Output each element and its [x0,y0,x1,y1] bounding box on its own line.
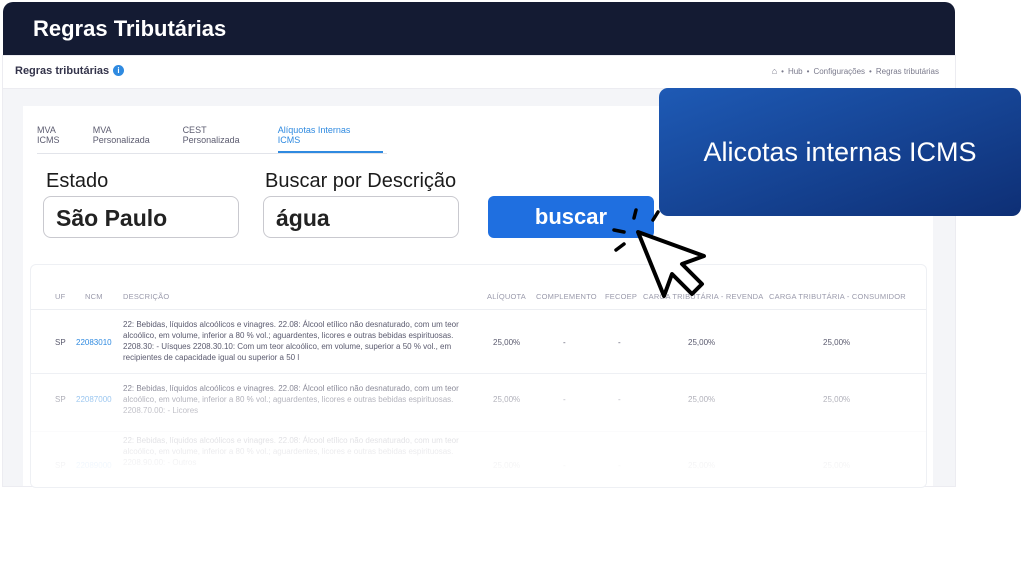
col-uf: UF [55,292,66,301]
col-ncm: NCM [85,292,103,301]
breadcrumb-item[interactable]: Hub [788,67,803,76]
breadcrumb-item[interactable]: Regras tributárias [876,67,939,76]
table-header: UF NCM DESCRIÇÃO ALÍQUOTA COMPLEMENTO FE… [31,287,926,310]
cell-carga-consumidor: 25,00% [823,338,851,347]
cursor-click-icon [612,208,706,298]
col-complemento: COMPLEMENTO [536,292,597,301]
cell-complemento: - [563,338,566,347]
descricao-search-input[interactable]: água [263,196,459,238]
cell-aliquota: 25,00% [493,461,521,470]
cell-carga-revenda: 25,00% [688,395,716,404]
descricao-label: Buscar por Descrição [265,170,457,192]
tab-mva-personalizada[interactable]: MVA Personalizada [93,121,179,153]
col-descricao: DESCRIÇÃO [123,292,170,301]
tab-aliquotas-internas-icms[interactable]: Alíquotas Internas ICMS [277,121,383,153]
highlight-banner: Alicotas internas ICMS [659,88,1021,216]
breadcrumb: ⌂ • Hub • Configurações • Regras tributá… [771,66,939,76]
cell-aliquota: 25,00% [493,338,521,347]
cell-fecoep: - [618,461,621,470]
page-subheader: Regras tributárias i ⌂ • Hub • Configura… [3,56,955,89]
tab-mva-icms[interactable]: MVA ICMS [37,121,89,153]
cell-uf: SP [55,461,66,470]
page-title: Regras tributárias [15,65,110,77]
cell-complemento: - [563,461,566,470]
table-row[interactable]: SP 22087000 22: Bebidas, líquidos alcoól… [31,375,926,432]
cell-carga-revenda: 25,00% [688,338,716,347]
info-icon[interactable]: i [113,65,124,76]
cell-ncm-link[interactable]: 22087000 [76,395,112,404]
table-row[interactable]: SP 22089000 22: Bebidas, líquidos alcoól… [31,433,926,487]
top-title: Regras Tributárias [33,16,227,41]
cell-fecoep: - [618,395,621,404]
cell-complemento: - [563,395,566,404]
cell-aliquota: 25,00% [493,395,521,404]
estado-label: Estado [46,170,109,192]
table-row[interactable]: SP 22083010 22: Bebidas, líquidos alcoól… [31,311,926,374]
cell-uf: SP [55,395,66,404]
cell-descricao: 22: Bebidas, líquidos alcoólicos e vinag… [123,436,459,467]
cell-fecoep: - [618,338,621,347]
cell-descricao: 22: Bebidas, líquidos alcoólicos e vinag… [123,384,459,415]
top-title-bar: Regras Tributárias [3,2,955,56]
cell-carga-consumidor: 25,00% [823,395,851,404]
col-carga-consumidor: CARGA TRIBUTÁRIA - CONSUMIDOR [769,292,906,301]
breadcrumb-item[interactable]: Configurações [813,67,865,76]
cell-uf: SP [55,338,66,347]
home-icon[interactable]: ⌂ [772,66,777,76]
col-aliquota: ALÍQUOTA [487,292,526,301]
cell-ncm-link[interactable]: 22089000 [76,461,112,470]
cell-ncm-link[interactable]: 22083010 [76,338,112,347]
estado-select[interactable]: São Paulo [43,196,239,238]
tab-bar: MVA ICMS MVA Personalizada CEST Personal… [37,121,387,154]
cell-carga-revenda: 25,00% [688,461,716,470]
tab-cest-personalizada[interactable]: CEST Personalizada [183,121,274,153]
cell-carga-consumidor: 25,00% [823,461,851,470]
cell-descricao: 22: Bebidas, líquidos alcoólicos e vinag… [123,320,459,362]
aliquotas-table: UF NCM DESCRIÇÃO ALÍQUOTA COMPLEMENTO FE… [30,264,927,488]
